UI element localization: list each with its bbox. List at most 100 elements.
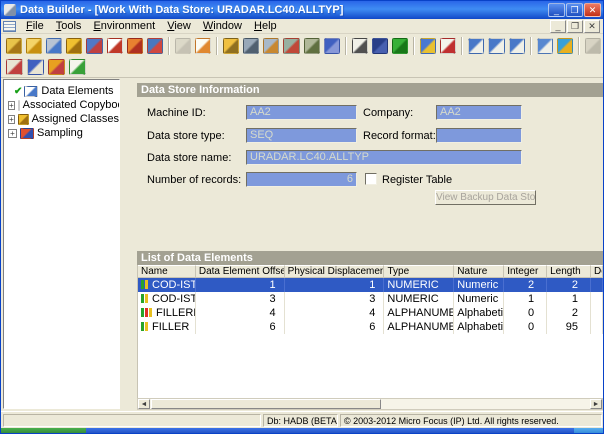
register-table-checkbox[interactable] [365, 173, 377, 185]
workstation-icon[interactable] [46, 38, 62, 54]
table-row[interactable]: COD-IST-133NUMERICNumeric11 [138, 292, 603, 306]
view-backup-data-store-button[interactable]: View Backup Data Store [435, 190, 536, 205]
toolbar-separator [345, 37, 347, 55]
cell-length: 1 [547, 292, 591, 306]
grid-view-icon[interactable] [557, 38, 573, 54]
export-window-icon[interactable] [6, 59, 23, 75]
blue-panel-icon[interactable] [324, 38, 340, 54]
cell-offset: 1 [196, 278, 285, 292]
folder-icon[interactable] [26, 38, 42, 54]
column-header-displacement[interactable]: Physical Displacement [285, 265, 385, 278]
bar-chart-icon[interactable] [107, 38, 123, 54]
open-folder-run-icon[interactable] [48, 59, 65, 75]
horizontal-scrollbar[interactable]: ◄ ► [137, 398, 603, 410]
mdi-restore-button[interactable]: ❐ [567, 20, 583, 33]
system-tray-fragment [574, 428, 603, 434]
restore-button[interactable]: ❐ [566, 3, 583, 17]
cell-dec [591, 278, 603, 292]
menu-item-help[interactable]: Help [248, 19, 283, 33]
split-horizontal-icon[interactable] [488, 38, 504, 54]
column-header-name[interactable]: Name [138, 265, 196, 278]
picture-icon[interactable] [86, 38, 102, 54]
bpt-document-icon[interactable] [352, 38, 368, 54]
expand-icon[interactable]: + [8, 101, 15, 110]
menu-item-environment[interactable]: Environment [87, 19, 161, 33]
tree-item-classes[interactable]: + Assigned Classes [4, 112, 119, 126]
details-view-icon[interactable] [537, 38, 553, 54]
send-mail-icon[interactable] [304, 38, 320, 54]
data-store-name-field[interactable]: URADAR.LC40.ALLTYP [246, 150, 522, 165]
number-of-records-field[interactable]: 6 [246, 172, 357, 187]
cell-nature: Numeric [454, 292, 504, 306]
checkmark-icon: ✔ [14, 86, 22, 97]
tree-item-label: Associated Copybook [23, 99, 120, 111]
mdi-system-icon[interactable] [3, 21, 16, 32]
expand-icon[interactable]: + [8, 129, 17, 138]
navy-book-icon[interactable] [372, 38, 388, 54]
cell-name: FILLER [138, 320, 196, 334]
taskbar-middle-fragment [86, 428, 574, 434]
mdi-close-button[interactable]: ✕ [584, 20, 600, 33]
status-db-pane: Db: HADB (BETAALB) [263, 414, 338, 427]
menu-item-file[interactable]: File [20, 19, 50, 33]
cell-displacement: 1 [285, 278, 385, 292]
bar [149, 308, 152, 317]
minimize-button[interactable]: _ [548, 3, 565, 17]
user-refresh-icon[interactable] [420, 38, 436, 54]
cell-type: NUMERIC [384, 278, 454, 292]
company-label: Company: [363, 107, 413, 119]
data-elements-icon [24, 86, 38, 97]
user-alert-icon[interactable] [223, 38, 239, 54]
tree-item-sampling[interactable]: +Sampling [4, 126, 119, 140]
column-header-length[interactable]: Length [547, 265, 591, 278]
cell-name: COD-IST-1 [138, 292, 196, 306]
expand-icon[interactable]: + [8, 115, 15, 124]
tree-item-copybook[interactable]: + Associated Copybook [4, 98, 119, 112]
toolbar-separator [168, 37, 170, 55]
column-header-dec[interactable]: Dec [591, 265, 603, 278]
user-tools-icon[interactable] [283, 38, 299, 54]
bar [145, 308, 148, 317]
user-settings-icon[interactable] [243, 38, 259, 54]
table-row[interactable]: FILLERINO44ALPHANUMERICAlphabetical02 [138, 306, 603, 320]
scroll-right-arrow-icon[interactable]: ► [590, 399, 602, 409]
split-vertical-icon[interactable] [509, 38, 525, 54]
menu-item-tools[interactable]: Tools [50, 19, 88, 33]
task-check-icon[interactable] [440, 38, 456, 54]
copybook-icon [18, 100, 20, 111]
table-row[interactable]: FILLER66ALPHANUMERICAlphabetical095 [138, 320, 603, 334]
column-header-type[interactable]: Type [384, 265, 454, 278]
scroll-left-arrow-icon[interactable]: ◄ [138, 399, 150, 409]
open-data-store-icon[interactable] [6, 38, 22, 54]
window-layout-icon[interactable] [147, 38, 163, 54]
tree-item-label: Assigned Classes [32, 113, 119, 125]
notepad-icon[interactable] [195, 38, 211, 54]
machine-id-field[interactable]: AA2 [246, 105, 357, 120]
data-store-type-field[interactable]: SEQ [246, 128, 357, 143]
bar [141, 308, 144, 317]
user-run-icon[interactable] [263, 38, 279, 54]
alarm-bell-icon[interactable] [66, 38, 82, 54]
toolbar-separator [216, 37, 218, 55]
column-header-offset[interactable]: Data Element Offset/ [196, 265, 285, 278]
data-elements-table: NameData Element Offset/Physical Displac… [137, 265, 603, 398]
column-header-integer[interactable]: Integer [504, 265, 547, 278]
report-chart-icon[interactable] [127, 38, 143, 54]
mdi-minimize-button[interactable]: _ [550, 20, 566, 33]
record-format-field[interactable] [436, 128, 522, 143]
column-header-nature[interactable]: Nature [454, 265, 504, 278]
company-field[interactable]: AA2 [436, 105, 522, 120]
refresh-document-icon[interactable] [69, 59, 86, 75]
menu-item-view[interactable]: View [161, 19, 197, 33]
cell-name: COD-IST [138, 278, 196, 292]
menu-item-window[interactable]: Window [197, 19, 248, 33]
import-shape-icon[interactable] [27, 59, 44, 75]
save-disabled-icon [585, 38, 601, 54]
table-row[interactable]: COD-IST11NUMERICNumeric22 [138, 278, 603, 292]
window-header-icon[interactable] [468, 38, 484, 54]
start-button-fragment[interactable] [1, 428, 86, 434]
tree-item-data-elements[interactable]: ✔Data Elements [4, 84, 119, 98]
close-button[interactable]: ✕ [584, 3, 601, 17]
run-icon[interactable] [392, 38, 408, 54]
scrollbar-thumb[interactable] [151, 399, 381, 409]
